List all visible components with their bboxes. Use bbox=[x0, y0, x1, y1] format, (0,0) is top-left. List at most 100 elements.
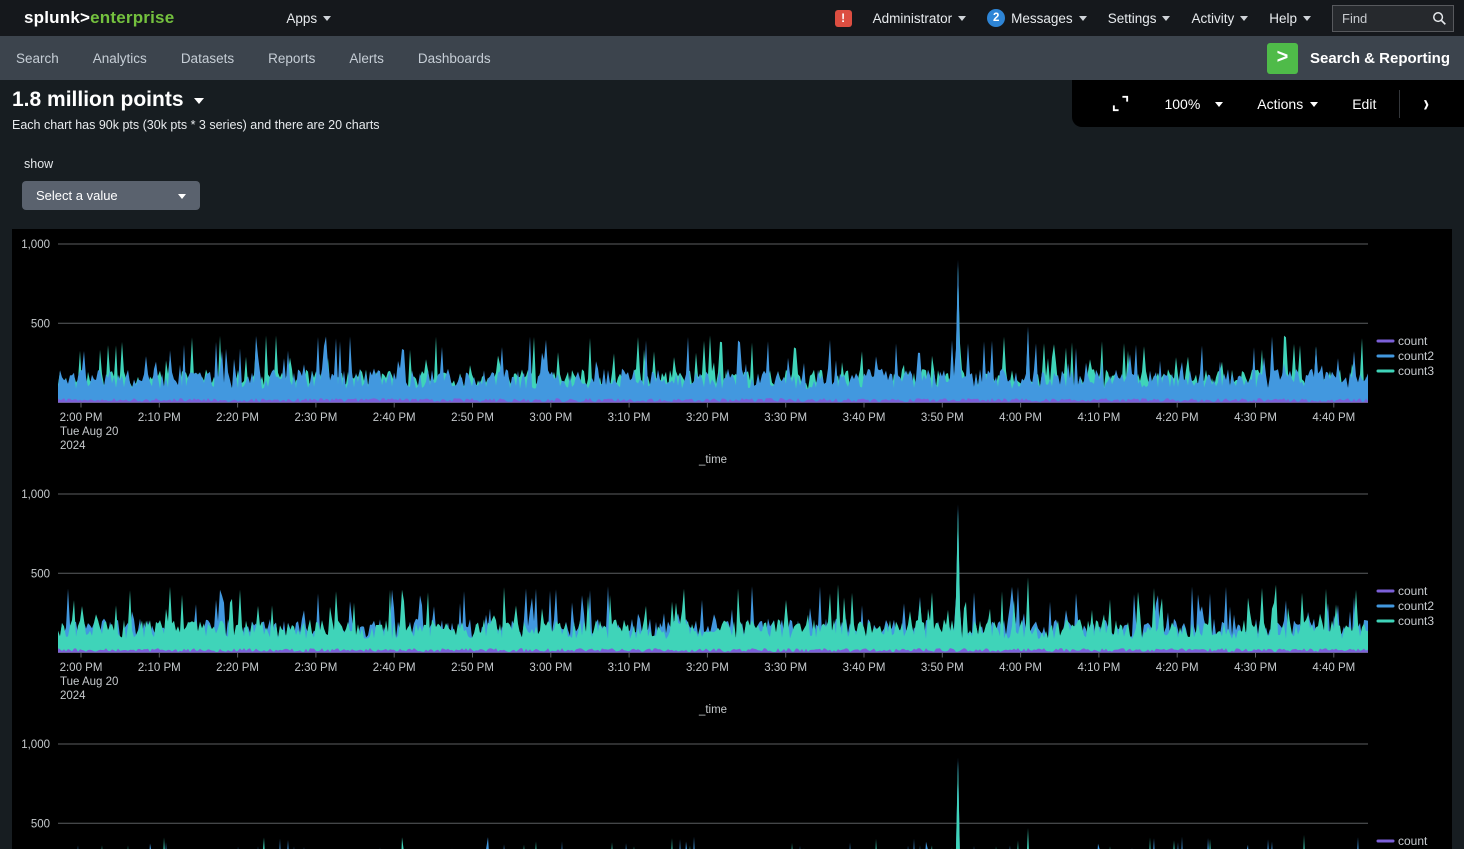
messages-label: Messages bbox=[1011, 11, 1073, 26]
brand-product: enterprise bbox=[90, 8, 174, 27]
health-warning-icon[interactable]: ! bbox=[835, 10, 852, 27]
svg-text:4:40 PM: 4:40 PM bbox=[1312, 412, 1355, 424]
svg-text:3:10 PM: 3:10 PM bbox=[608, 412, 651, 424]
collapse-panel-button[interactable]: › bbox=[1406, 90, 1446, 118]
settings-menu[interactable]: Settings bbox=[1108, 11, 1171, 26]
splunk-logo[interactable]: splunk>enterprise bbox=[24, 8, 174, 28]
actions-dropdown[interactable]: Actions bbox=[1240, 96, 1335, 112]
tab-search[interactable]: Search bbox=[16, 51, 59, 66]
show-select-dropdown[interactable]: Select a value bbox=[22, 181, 200, 210]
user-menu[interactable]: Administrator bbox=[873, 11, 967, 26]
activity-label: Activity bbox=[1191, 11, 1234, 26]
svg-text:2:10 PM: 2:10 PM bbox=[138, 412, 181, 424]
search-icon[interactable] bbox=[1432, 11, 1447, 26]
svg-text:count2: count2 bbox=[1398, 349, 1434, 363]
svg-text:2:00 PM: 2:00 PM bbox=[60, 412, 103, 424]
svg-text:2024: 2024 bbox=[60, 690, 86, 702]
svg-text:2:50 PM: 2:50 PM bbox=[451, 412, 494, 424]
svg-text:4:20 PM: 4:20 PM bbox=[1156, 412, 1199, 424]
svg-text:1,000: 1,000 bbox=[21, 239, 50, 251]
chevron-down-icon bbox=[178, 194, 186, 199]
svg-text:4:00 PM: 4:00 PM bbox=[999, 662, 1042, 674]
settings-label: Settings bbox=[1108, 11, 1157, 26]
svg-text:count: count bbox=[1398, 834, 1428, 848]
show-select-value: Select a value bbox=[36, 188, 118, 203]
tab-datasets[interactable]: Datasets bbox=[181, 51, 234, 66]
brand-splunk: splunk bbox=[24, 8, 80, 27]
chevron-down-icon bbox=[1215, 102, 1223, 107]
apps-menu[interactable]: Apps bbox=[286, 11, 331, 26]
find-input[interactable] bbox=[1342, 11, 1432, 26]
svg-text:count3: count3 bbox=[1398, 614, 1434, 628]
svg-text:3:50 PM: 3:50 PM bbox=[921, 662, 964, 674]
user-label: Administrator bbox=[873, 11, 953, 26]
topnav-right-group: ! Administrator 2 Messages Settings Acti… bbox=[835, 5, 1454, 32]
fullscreen-button[interactable] bbox=[1094, 94, 1147, 113]
svg-text:3:50 PM: 3:50 PM bbox=[921, 412, 964, 424]
timeseries-chart-1[interactable]: 500 1,000 2:00 PM 2:10 PM 2:20 PM 2:30 PM 2:40… bbox=[12, 229, 1452, 479]
help-menu[interactable]: Help bbox=[1269, 11, 1311, 26]
chevron-right-icon: › bbox=[1423, 90, 1429, 118]
toolbar-divider bbox=[1399, 90, 1400, 118]
svg-text:_time: _time bbox=[698, 704, 727, 716]
svg-text:2:20 PM: 2:20 PM bbox=[216, 412, 259, 424]
svg-text:count3: count3 bbox=[1398, 364, 1434, 378]
find-search-box[interactable] bbox=[1332, 5, 1454, 32]
svg-text:3:00 PM: 3:00 PM bbox=[529, 662, 572, 674]
splunk-app-logo-icon: > bbox=[1267, 43, 1298, 74]
svg-text:2024: 2024 bbox=[60, 440, 86, 452]
svg-text:1,000: 1,000 bbox=[21, 489, 50, 501]
tab-reports[interactable]: Reports bbox=[268, 51, 315, 66]
page-subtitle: Each chart has 90k pts (30k pts * 3 seri… bbox=[12, 118, 380, 132]
edit-button[interactable]: Edit bbox=[1335, 96, 1393, 112]
dashboard-title-menu[interactable]: 1.8 million points bbox=[12, 88, 380, 112]
activity-menu[interactable]: Activity bbox=[1191, 11, 1248, 26]
tab-analytics[interactable]: Analytics bbox=[93, 51, 147, 66]
dashboard-toolbar: 100% Actions Edit › bbox=[1072, 80, 1464, 127]
messages-menu[interactable]: 2 Messages bbox=[987, 9, 1087, 27]
svg-text:2:50 PM: 2:50 PM bbox=[451, 662, 494, 674]
svg-text:2:00 PM: 2:00 PM bbox=[60, 662, 103, 674]
edit-label: Edit bbox=[1352, 96, 1376, 112]
current-app[interactable]: > Search & Reporting bbox=[1267, 43, 1450, 74]
chevron-down-icon bbox=[1079, 16, 1087, 21]
zoom-level-dropdown[interactable]: 100% bbox=[1147, 96, 1240, 112]
zoom-level-value: 100% bbox=[1164, 96, 1200, 112]
svg-text:Tue Aug 20: Tue Aug 20 bbox=[60, 676, 118, 688]
svg-text:count2: count2 bbox=[1398, 599, 1434, 613]
chevron-down-icon bbox=[1162, 16, 1170, 21]
tab-alerts[interactable]: Alerts bbox=[349, 51, 384, 66]
chevron-down-icon bbox=[323, 16, 331, 21]
svg-text:3:20 PM: 3:20 PM bbox=[686, 412, 729, 424]
chevron-down-icon bbox=[958, 16, 966, 21]
svg-text:3:40 PM: 3:40 PM bbox=[843, 412, 886, 424]
svg-text:Tue Aug 20: Tue Aug 20 bbox=[60, 426, 118, 438]
svg-text:1,000: 1,000 bbox=[21, 739, 50, 751]
svg-text:3:30 PM: 3:30 PM bbox=[764, 412, 807, 424]
messages-count-badge: 2 bbox=[987, 9, 1005, 27]
dashboard-header: 1.8 million points Each chart has 90k pt… bbox=[12, 88, 380, 132]
svg-text:3:00 PM: 3:00 PM bbox=[529, 412, 572, 424]
svg-text:2:30 PM: 2:30 PM bbox=[294, 412, 337, 424]
svg-text:4:40 PM: 4:40 PM bbox=[1312, 662, 1355, 674]
svg-text:3:10 PM: 3:10 PM bbox=[608, 662, 651, 674]
svg-text:4:20 PM: 4:20 PM bbox=[1156, 662, 1199, 674]
svg-text:count: count bbox=[1398, 334, 1428, 348]
app-name: Search & Reporting bbox=[1310, 50, 1450, 67]
tab-dashboards[interactable]: Dashboards bbox=[418, 51, 491, 66]
svg-text:3:40 PM: 3:40 PM bbox=[843, 662, 886, 674]
svg-text:500: 500 bbox=[31, 318, 50, 330]
timeseries-chart-3[interactable]: 5001,0002:00 PM2:10 PM2:20 PM2:30 PM2:40… bbox=[12, 729, 1452, 849]
svg-text:2:40 PM: 2:40 PM bbox=[373, 412, 416, 424]
apps-label: Apps bbox=[286, 11, 317, 26]
svg-text:4:10 PM: 4:10 PM bbox=[1077, 662, 1120, 674]
chevron-down-icon bbox=[1240, 16, 1248, 21]
svg-text:2:20 PM: 2:20 PM bbox=[216, 662, 259, 674]
title-caret-icon[interactable] bbox=[194, 98, 204, 104]
svg-text:4:00 PM: 4:00 PM bbox=[999, 412, 1042, 424]
svg-text:4:30 PM: 4:30 PM bbox=[1234, 412, 1277, 424]
brand-gt: > bbox=[80, 8, 90, 27]
timeseries-chart-2[interactable]: 5001,0002:00 PM2:10 PM2:20 PM2:30 PM2:40… bbox=[12, 479, 1452, 729]
top-navbar: splunk>enterprise Apps ! Administrator 2… bbox=[0, 0, 1464, 36]
svg-text:3:20 PM: 3:20 PM bbox=[686, 662, 729, 674]
